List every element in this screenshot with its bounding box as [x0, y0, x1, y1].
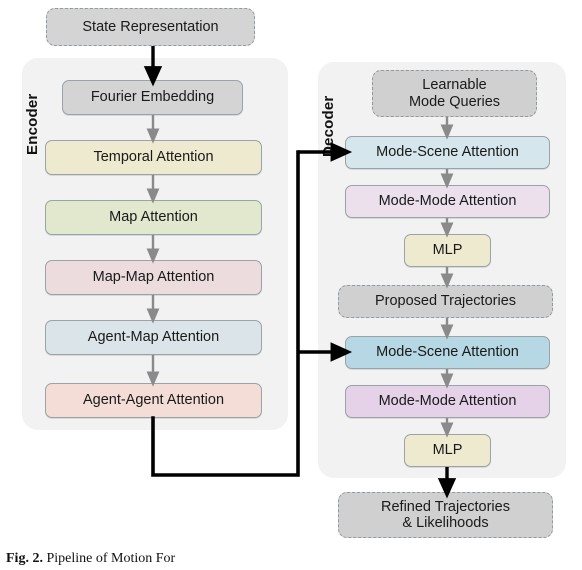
decoder-label: Decoder — [320, 95, 337, 157]
node-label: Map-Map Attention — [92, 269, 215, 286]
figure-caption: Fig. 2. Pipeline of Motion For — [6, 551, 566, 570]
node-temporal-attention[interactable]: Temporal Attention — [45, 140, 262, 175]
node-label: MLP — [432, 242, 463, 259]
caption-figure-number: Fig. 2. — [6, 551, 43, 566]
node-label: Temporal Attention — [93, 149, 214, 166]
node-mlp-1[interactable]: MLP — [404, 234, 491, 267]
node-fourier-embedding[interactable]: Fourier Embedding — [62, 80, 243, 115]
node-mode-scene-attention-2[interactable]: Mode-Scene Attention — [345, 336, 550, 369]
node-label: Mode-Mode Attention — [378, 193, 517, 210]
node-agent-map-attention[interactable]: Agent-Map Attention — [45, 320, 262, 355]
node-learnable-mode-queries[interactable]: Learnable Mode Queries — [372, 70, 537, 117]
node-label: Mode-Scene Attention — [376, 144, 519, 161]
node-label-line1: Learnable — [422, 77, 487, 94]
node-label: Agent-Map Attention — [87, 329, 220, 346]
node-label: Map Attention — [109, 209, 198, 226]
node-refined-trajectories[interactable]: Refined Trajectories & Likelihoods — [338, 492, 553, 538]
encoder-label: Encoder — [24, 93, 41, 155]
node-label: MLP — [432, 442, 463, 459]
node-mode-mode-attention-2[interactable]: Mode-Mode Attention — [345, 385, 550, 418]
node-label-line2: & Likelihoods — [402, 515, 489, 531]
node-label-line1: Refined Trajectories — [381, 498, 510, 515]
node-proposed-trajectories[interactable]: Proposed Trajectories — [338, 285, 553, 318]
node-label: Mode-Mode Attention — [378, 393, 517, 410]
figure-canvas: Encoder Decoder State Representation Fou… — [0, 0, 582, 570]
node-mode-mode-attention-1[interactable]: Mode-Mode Attention — [345, 185, 550, 218]
caption-text: Pipeline of Motion For — [46, 551, 176, 566]
node-map-map-attention[interactable]: Map-Map Attention — [45, 260, 262, 295]
node-label: Mode-Scene Attention — [376, 344, 519, 361]
node-agent-agent-attention[interactable]: Agent-Agent Attention — [45, 383, 262, 418]
node-label: Agent-Agent Attention — [82, 392, 225, 409]
node-state-representation[interactable]: State Representation — [46, 8, 255, 46]
node-mlp-2[interactable]: MLP — [404, 434, 491, 467]
node-map-attention[interactable]: Map Attention — [45, 200, 262, 235]
node-label: Proposed Trajectories — [374, 293, 517, 310]
node-label-line2: Mode Queries — [408, 93, 501, 110]
node-mode-scene-attention-1[interactable]: Mode-Scene Attention — [345, 136, 550, 169]
node-label: Fourier Embedding — [90, 89, 215, 106]
node-label: State Representation — [82, 18, 219, 35]
